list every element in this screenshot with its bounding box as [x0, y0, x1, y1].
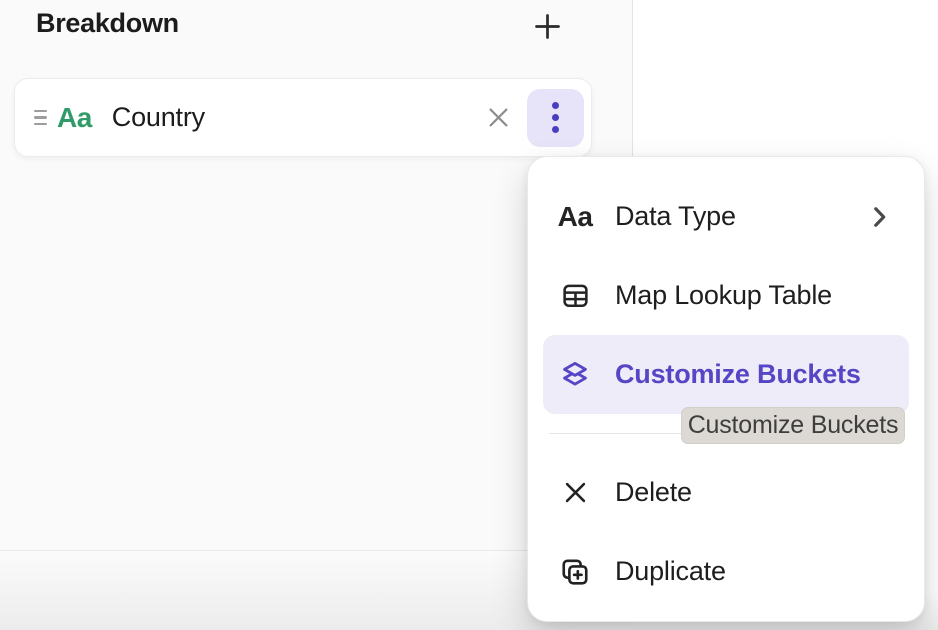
add-breakdown-button[interactable]	[530, 9, 564, 43]
menu-item-customize-buckets[interactable]: Customize Buckets	[543, 335, 909, 414]
menu-item-label: Duplicate	[615, 556, 726, 587]
plus-icon	[532, 11, 563, 42]
kebab-dot	[552, 102, 559, 109]
drag-handle-icon[interactable]	[34, 110, 48, 126]
tooltip: Customize Buckets	[681, 407, 905, 444]
field-menu-button[interactable]	[527, 89, 584, 147]
close-icon	[485, 104, 512, 131]
menu-item-data-type[interactable]: Aa Data Type	[543, 177, 909, 256]
menu-item-label: Data Type	[615, 201, 736, 232]
menu-item-label: Customize Buckets	[615, 359, 861, 390]
breakdown-field-card[interactable]: Aa Country	[14, 78, 592, 157]
x-icon	[560, 479, 590, 506]
menu-item-map-lookup-table[interactable]: Map Lookup Table	[543, 256, 909, 335]
chevron-right-icon	[872, 205, 887, 229]
field-label: Country	[112, 102, 205, 133]
menu-item-label: Map Lookup Table	[615, 280, 832, 311]
field-context-menu: Aa Data Type Map Lookup Table Customize …	[527, 156, 925, 622]
text-type-icon: Aa	[57, 102, 92, 134]
panel-header: Breakdown	[0, 0, 632, 52]
menu-item-duplicate[interactable]: Duplicate	[543, 532, 909, 611]
copy-plus-icon	[560, 557, 590, 587]
table-icon	[560, 281, 590, 310]
text-type-icon: Aa	[560, 201, 590, 233]
layers-icon	[560, 360, 590, 390]
page-title: Breakdown	[36, 8, 179, 39]
kebab-dot	[552, 126, 559, 133]
tooltip-text: Customize Buckets	[688, 411, 899, 440]
kebab-dot	[552, 114, 559, 121]
menu-item-delete[interactable]: Delete	[543, 453, 909, 532]
remove-field-button[interactable]	[479, 99, 517, 137]
menu-item-label: Delete	[615, 477, 692, 508]
